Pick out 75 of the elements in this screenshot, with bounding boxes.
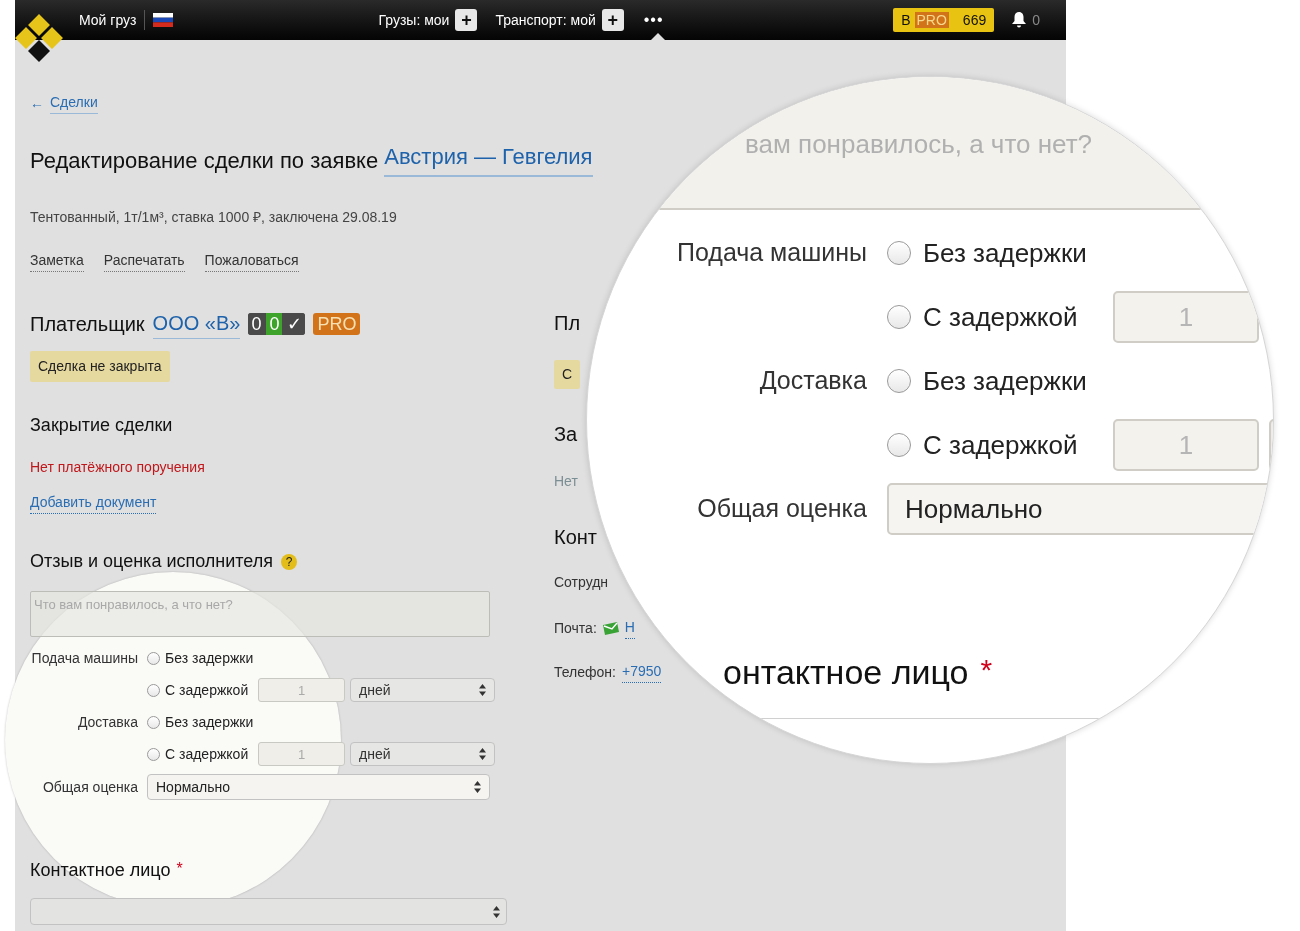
pointer-icon [651,33,665,40]
bell-icon[interactable] [1012,12,1027,28]
notification-count: 0 [1032,10,1040,30]
select-arrows-icon [479,684,486,696]
section-heading: Закрытие сделки [30,414,174,437]
radio-button[interactable] [887,305,911,329]
option-label: Без задержки [165,712,253,732]
rating-score: 0 [266,312,283,335]
status-text: Нет [554,472,578,491]
brand-link[interactable]: Мой груз [79,9,137,31]
status-badge: Сделка не закрыта [30,351,170,382]
field-label: Сотрудн [554,573,609,592]
help-icon[interactable]: ? [281,553,298,570]
company-link[interactable]: ООО «В» [152,308,241,339]
section-heading: Конт [554,525,597,550]
option-label: С задержкой [165,744,250,764]
field-label: Почта: [554,618,597,638]
option-label: С задержкой [165,680,250,700]
back-link[interactable]: Сделки [50,92,98,114]
field-label: Общая оценка [697,493,867,525]
radio-button[interactable] [887,241,911,265]
review-textarea[interactable]: Что вам понравилось, а что нет? [30,591,490,637]
page-title: Редактирование сделки по заявке [30,147,379,175]
select-arrows-icon [479,748,486,760]
field-label: Доставка [759,365,867,397]
nav-link[interactable]: Транспорт: мой [495,9,596,31]
pro-badge: PRO [914,12,949,28]
field-label: Телефон: [554,662,616,682]
option-label: Без задержки [923,364,1088,398]
field-label: Подача машины [676,237,867,269]
contact-select[interactable] [30,898,507,925]
rating-select[interactable]: Нормально [147,774,490,800]
nav-link[interactable]: Грузы: мои [378,9,450,31]
back-arrow: ← [30,93,44,113]
field-label: Подача машины [31,648,138,668]
unit-select[interactable]: дней [350,678,495,702]
unit-select[interactable]: дней [350,742,495,766]
section-heading: За [554,422,578,447]
field-label: Общая оценка [42,777,138,797]
warning-text: Нет платёжного поручения [30,458,206,477]
add-document-link[interactable]: Добавить документ [30,492,157,514]
section-heading: Отзыв и оценка исполнителя [30,550,274,573]
more-button[interactable]: ••• [643,8,664,32]
radio-button[interactable] [887,433,911,457]
radio-button[interactable] [887,369,911,393]
section-heading: Плательщик [30,311,145,337]
section-heading: Контактное лицо [30,859,171,882]
action-link[interactable]: Заметка [30,250,84,272]
account-badge[interactable]: В PRO 669 [893,8,995,32]
add-button[interactable]: + [601,9,624,31]
add-button[interactable]: + [455,9,478,31]
status-badge: С [554,360,581,389]
deal-details: Тентованный, 1т/1м³, ставка 1000 ₽, заключена 29.08.19 [30,208,398,227]
envelope-icon [602,621,619,635]
required-mark: * [176,859,183,879]
option-label: С задержкой [923,300,1079,334]
option-label: С задержкой [923,428,1079,462]
logo-icon [15,14,63,62]
flag-icon [153,13,174,27]
option-label: Без задержки [165,648,253,668]
required-mark: * [980,652,993,688]
section-heading: онтактное лицо [723,652,969,693]
action-link[interactable]: Распечатать [103,250,185,272]
select-arrows-icon [493,905,500,918]
action-link[interactable]: Пожаловаться [204,250,299,272]
field-label: Доставка [77,712,138,732]
phone-link[interactable]: +7950 [621,661,662,683]
option-label: Без задержки [923,236,1088,270]
pro-badge: PRO [313,312,361,335]
section-heading: Пл [554,311,581,336]
account-letter: В [901,10,911,30]
email-link[interactable]: Н [624,617,635,639]
route-link[interactable]: Австрия — Гевгелия [384,144,593,177]
balance-count: 669 [962,10,987,30]
select-arrows-icon [474,781,481,793]
